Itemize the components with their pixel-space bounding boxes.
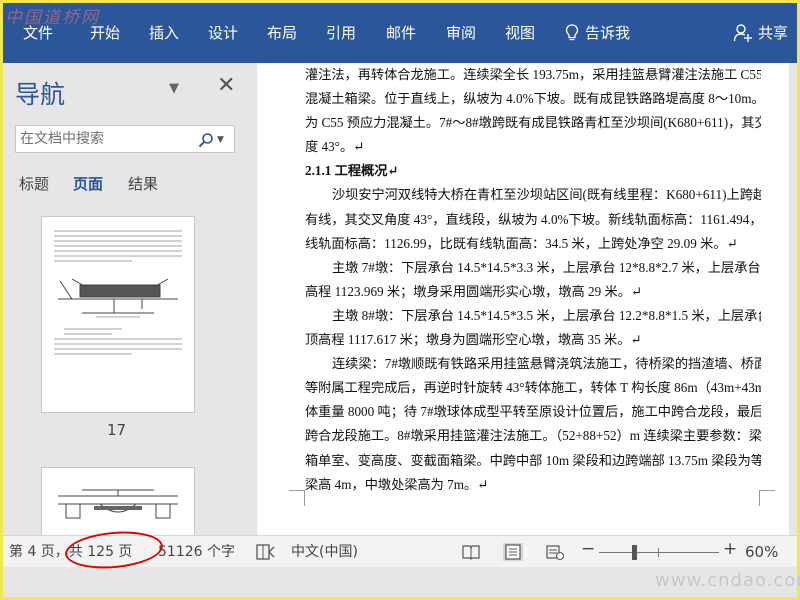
- page-count-status[interactable]: 第 4 页，共 125 页: [9, 543, 132, 561]
- document-line: 连续梁：7#墩顺既有铁路采用挂篮悬臂浇筑法施工，待桥梁的挡渣墙、桥面铺装: [332, 356, 761, 372]
- zoom-in-button[interactable]: +: [723, 540, 737, 558]
- document-line: 梁高 4m，中墩处梁高为 7m。↵: [305, 476, 489, 492]
- zoom-slider-midpoint: [658, 548, 659, 557]
- word-count-status[interactable]: 51126 个字: [158, 543, 235, 561]
- document-page[interactable]: 灌注法，再转体合龙施工。连续梁全长 193.75m，采用挂篮悬臂灌注法施工 C5…: [257, 63, 789, 535]
- document-line: 混凝土箱梁。位于直线上，纵坡为 4.0%下坡。既有成昆铁路路堤高度 8～10m。…: [305, 91, 761, 107]
- document-line: 跨合龙段施工。8#墩采用挂篮灌注法施工。（52+88+52）m 连续梁主要参数：…: [305, 428, 761, 444]
- proofing-status-icon[interactable]: [256, 543, 276, 561]
- tab-design[interactable]: 设计: [208, 23, 238, 43]
- document-line: 体重量 8000 吨；待 7#墩球体成型平转至原设计位置后，施工中跨合龙段，最后…: [305, 404, 761, 420]
- nav-pane-title: 导航: [15, 80, 66, 109]
- tab-mailings[interactable]: 邮件: [386, 23, 416, 43]
- document-line: 沙坝安宁河双线特大桥在青杠至沙坝站区间(既有线里程：K680+611)上跨越既: [332, 187, 761, 203]
- ribbon-tab-bar: 文件 开始 插入 设计 布局 引用 邮件 审阅 视图 告诉我 共享: [3, 3, 797, 63]
- page-corner-mark: [759, 490, 775, 506]
- tab-view[interactable]: 视图: [505, 23, 535, 43]
- zoom-slider-thumb[interactable]: [632, 545, 637, 560]
- page-thumbnail[interactable]: [41, 216, 195, 413]
- search-button[interactable]: ▼: [198, 130, 232, 150]
- nav-tab-headings[interactable]: 标题: [19, 173, 49, 194]
- document-area: 灌注法，再转体合龙施工。连续梁全长 193.75m，采用挂篮悬臂灌注法施工 C5…: [249, 63, 797, 535]
- print-layout-icon[interactable]: [503, 543, 523, 561]
- tab-layout[interactable]: 布局: [267, 23, 297, 43]
- read-mode-icon[interactable]: [461, 543, 481, 561]
- document-line: 有线，其交叉角度 43°，直线段，纵坡为 4.0%下坡。新线轨面标高：1161.…: [305, 211, 761, 227]
- document-line: 箱单室、变高度、变截面箱梁。中跨中部 10m 梁段和边跨端部 13.75m 梁段…: [305, 452, 761, 468]
- tell-me-label: 告诉我: [585, 24, 631, 42]
- page-thumbnail[interactable]: [41, 467, 195, 537]
- person-add-icon: [733, 24, 752, 42]
- nav-search-box: ▼: [15, 125, 235, 153]
- document-line: 灌注法，再转体合龙施工。连续梁全长 193.75m，采用挂篮悬臂灌注法施工 C5…: [305, 67, 761, 82]
- zoom-slider[interactable]: [599, 552, 719, 553]
- document-line: 度 43°。↵: [305, 139, 365, 155]
- nav-options-dropdown-icon[interactable]: ▼: [169, 81, 179, 96]
- document-body: 灌注法，再转体合龙施工。连续梁全长 193.75m，采用挂篮悬臂灌注法施工 C5…: [305, 63, 761, 497]
- document-line: 主墩 7#墩：下层承台 14.5*14.5*3.3 米，上层承台 12*8.8*…: [332, 259, 761, 275]
- tell-me-box[interactable]: 告诉我: [565, 23, 630, 43]
- search-icon: [198, 133, 213, 148]
- nav-close-icon[interactable]: ✕: [217, 73, 235, 98]
- watermark-logo-top: 中国道桥网: [5, 8, 100, 28]
- page-thumbnail-label: 17: [107, 421, 127, 439]
- tab-review[interactable]: 审阅: [446, 23, 476, 43]
- page-thumbnail-preview: [58, 489, 178, 519]
- zoom-level[interactable]: 60%: [745, 543, 778, 561]
- document-line: 高程 1123.969 米；墩身采用圆端形实心墩，墩高 29 米。↵: [305, 283, 642, 299]
- tab-references[interactable]: 引用: [326, 23, 356, 43]
- lightbulb-icon: [565, 24, 579, 41]
- section-heading: •2.1.1 工程概况↵: [305, 159, 761, 183]
- document-line: 等附属工程完成后，再逆时针旋转 43°转体施工，转体 T 构长度 86m（43m…: [305, 380, 761, 396]
- app-window: 文件 开始 插入 设计 布局 引用 邮件 审阅 视图 告诉我 共享 中国道桥网: [0, 0, 800, 600]
- nav-tab-results[interactable]: 结果: [128, 173, 158, 194]
- search-input[interactable]: [20, 129, 190, 149]
- zoom-out-button[interactable]: −: [581, 540, 595, 558]
- document-line: 顶高程 1117.617 米；墩身为圆端形空心墩，墩高 35 米。↵: [305, 332, 642, 348]
- share-label: 共享: [758, 24, 789, 42]
- status-bar: 第 4 页，共 125 页 51126 个字 中文(中国) − + 60%: [3, 535, 797, 567]
- share-button[interactable]: 共享: [733, 23, 788, 43]
- language-status[interactable]: 中文(中国): [291, 543, 358, 561]
- page-corner-mark: [289, 490, 305, 506]
- document-line: 主墩 8#墩：下层承台 14.5*14.5*3.5 米，上层承台 12.2*8.…: [332, 307, 761, 323]
- navigation-pane: 导航 ▼ ✕ ▼ 标题 页面 结果: [3, 63, 249, 537]
- tab-insert[interactable]: 插入: [149, 23, 179, 43]
- watermark-logo-bottom: www.cndao.com: [655, 570, 800, 591]
- document-line: 为 C55 预应力混凝土。7#～8#墩跨既有成昆铁路青杠至沙坝间(K680+61…: [305, 115, 761, 131]
- chevron-down-icon: ▼: [217, 135, 224, 145]
- document-line: 线轨面标高：1126.99，比既有线轨面高：34.5 米，上跨处净空 29.09…: [305, 235, 738, 251]
- page-thumbnail-preview: [54, 230, 182, 355]
- nav-tab-pages[interactable]: 页面: [73, 173, 103, 194]
- section-heading-text: 2.1.1 工程概况↵: [305, 163, 399, 179]
- web-layout-icon[interactable]: [545, 543, 565, 561]
